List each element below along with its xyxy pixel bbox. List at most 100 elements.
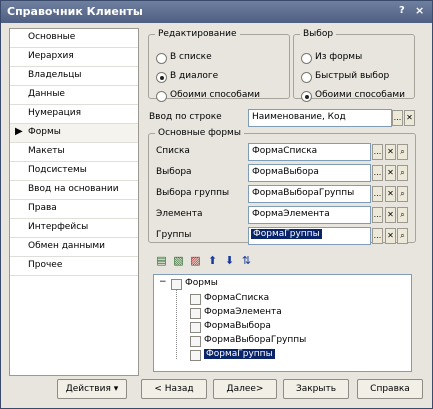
input-by-line-field[interactable]: Наименование, Код	[248, 109, 392, 127]
tree-expander-icon[interactable]: −	[159, 277, 167, 287]
tree-item[interactable]: ФормаСписка	[190, 292, 370, 306]
copy-form-icon[interactable]: ▧	[171, 253, 186, 268]
form-label-group: Группы	[156, 230, 192, 240]
form-choice-select-button[interactable]: ...	[372, 165, 383, 181]
sidebar-item-vladeltsy[interactable]: Владельцы	[10, 67, 138, 86]
choice-legend: Выбор	[303, 29, 334, 39]
add-form-icon[interactable]: ▤	[154, 253, 169, 268]
sidebar-item-label: Иерархия	[28, 51, 74, 61]
form-label-element: Элемента	[156, 209, 203, 219]
tree-item-selected[interactable]: ФормаГруппы	[190, 348, 370, 362]
close-icon[interactable]: ×	[415, 4, 424, 17]
sidebar-item-osnovnye[interactable]: Основные	[10, 29, 138, 48]
radio-choice-from-form[interactable]: Из формы	[301, 51, 406, 65]
radio-editing-in-dialog[interactable]: В диалоге	[156, 70, 276, 84]
tree-root-label: Формы	[185, 278, 218, 288]
move-down-icon[interactable]: ⬇	[222, 253, 237, 268]
form-group-choice-open-button[interactable]: ⌕	[397, 186, 408, 202]
tree-item-label: ФормаВыбораГруппы	[204, 335, 307, 345]
move-up-icon[interactable]: ⬆	[205, 253, 220, 268]
radio-choice-both[interactable]: Обоими способами	[301, 89, 409, 103]
sort-icon[interactable]: ⇅	[239, 253, 254, 268]
magnifier-icon: ⌕	[400, 147, 405, 156]
actions-button[interactable]: Действия ▾	[57, 379, 127, 399]
window-title: Справочник Клиенты	[7, 5, 143, 18]
sidebar-item-label: Интерфейсы	[28, 222, 89, 232]
input-by-line-label: Ввод по строке	[149, 112, 222, 122]
radio-choice-quick[interactable]: Быстрый выбор	[301, 70, 406, 84]
form-group-choice-clear-button[interactable]: ✕	[385, 186, 396, 202]
form-group-field[interactable]: ФормаГруппы	[248, 227, 371, 245]
radio-dot-selected	[156, 72, 167, 83]
help-button[interactable]: Справка	[357, 379, 423, 399]
form-group-select-button[interactable]: ...	[372, 228, 383, 244]
form-element-select-button[interactable]: ...	[372, 207, 383, 223]
form-list-clear-button[interactable]: ✕	[385, 144, 396, 160]
sidebar-item-vvod-na-osnovanii[interactable]: Ввод на основании	[10, 181, 138, 200]
radio-editing-in-list[interactable]: В списке	[156, 51, 276, 65]
form-choice-field[interactable]: ФормаВыбора	[248, 164, 371, 182]
sidebar-item-interfeysy[interactable]: Интерфейсы	[10, 219, 138, 238]
sidebar-item-label: Данные	[28, 89, 65, 99]
form-icon	[190, 336, 201, 347]
magnifier-icon: ⌕	[400, 168, 405, 177]
tree-root[interactable]: − Формы	[159, 277, 259, 291]
window: Справочник Клиенты ? × Основные Иерархия…	[0, 0, 433, 409]
tree-item[interactable]: ФормаЭлемента	[190, 306, 370, 320]
close-button[interactable]: Закрыть	[283, 379, 349, 399]
tree-item[interactable]: ФормаВыбораГруппы	[190, 334, 370, 348]
magnifier-icon: ⌕	[400, 231, 405, 240]
tree-item[interactable]: ФормаВыбора	[190, 320, 370, 334]
sidebar-item-podsistemy[interactable]: Подсистемы	[10, 162, 138, 181]
sidebar-item-label: Прочее	[28, 260, 63, 270]
delete-form-icon[interactable]: ▨	[188, 253, 203, 268]
help-icon[interactable]: ?	[399, 5, 405, 16]
radio-label: Обоими способами	[170, 90, 260, 100]
sidebar-item-formy[interactable]: ▶ Формы	[10, 124, 138, 143]
form-group-open-button[interactable]: ⌕	[397, 228, 408, 244]
form-icon	[190, 308, 201, 319]
sidebar-item-label: Права	[28, 203, 57, 213]
radio-label: Обоими способами	[315, 90, 405, 100]
editing-group: Редактирование В списке В диалоге Обоими…	[148, 29, 290, 102]
form-group-clear-button[interactable]: ✕	[385, 228, 396, 244]
next-button[interactable]: Далее>	[213, 379, 277, 399]
form-choice-value: ФормаВыбора	[252, 167, 319, 177]
input-by-line-clear-button[interactable]: ✕	[404, 110, 415, 126]
form-list-select-button[interactable]: ...	[372, 144, 383, 160]
form-choice-clear-button[interactable]: ✕	[385, 165, 396, 181]
sidebar-item-ierarhiya[interactable]: Иерархия	[10, 48, 138, 67]
radio-dot	[156, 91, 167, 102]
form-element-field[interactable]: ФормаЭлемента	[248, 206, 371, 224]
main-forms-legend: Основные формы	[158, 128, 241, 138]
input-by-line-select-button[interactable]: ...	[392, 110, 403, 126]
sidebar-item-prochee[interactable]: Прочее	[10, 257, 138, 276]
sidebar-item-label: Владельцы	[28, 70, 82, 80]
form-icon	[190, 322, 201, 333]
radio-label: Быстрый выбор	[315, 71, 390, 81]
sidebar-item-makety[interactable]: Макеты	[10, 143, 138, 162]
back-button[interactable]: < Назад	[141, 379, 207, 399]
sidebar-item-prava[interactable]: Права	[10, 200, 138, 219]
sidebar-item-dannye[interactable]: Данные	[10, 86, 138, 105]
form-group-choice-field[interactable]: ФормаВыбораГруппы	[248, 185, 371, 203]
form-label-choice: Выбора	[156, 167, 192, 177]
form-element-clear-button[interactable]: ✕	[385, 207, 396, 223]
magnifier-icon: ⌕	[400, 210, 405, 219]
forms-tree[interactable]: − Формы ФормаСписка ФормаЭлемента ФормаВ…	[153, 274, 412, 372]
form-choice-open-button[interactable]: ⌕	[397, 165, 408, 181]
form-group-choice-value: ФормаВыбораГруппы	[252, 188, 355, 198]
radio-label: Из формы	[315, 52, 363, 62]
form-list-field[interactable]: ФормаСписка	[248, 143, 371, 161]
chevron-down-icon: ▾	[113, 384, 119, 394]
radio-editing-both[interactable]: Обоими способами	[156, 89, 281, 103]
radio-dot-selected	[301, 91, 312, 102]
radio-dot	[156, 53, 167, 64]
form-list-open-button[interactable]: ⌕	[397, 144, 408, 160]
form-element-open-button[interactable]: ⌕	[397, 207, 408, 223]
sidebar-item-numeratsiya[interactable]: Нумерация	[10, 105, 138, 124]
form-group-choice-select-button[interactable]: ...	[372, 186, 383, 202]
tree-item-label: ФормаЭлемента	[204, 307, 282, 317]
sidebar-item-obmen-dannymi[interactable]: Обмен данными	[10, 238, 138, 257]
sidebar: Основные Иерархия Владельцы Данные Нумер…	[9, 28, 139, 376]
